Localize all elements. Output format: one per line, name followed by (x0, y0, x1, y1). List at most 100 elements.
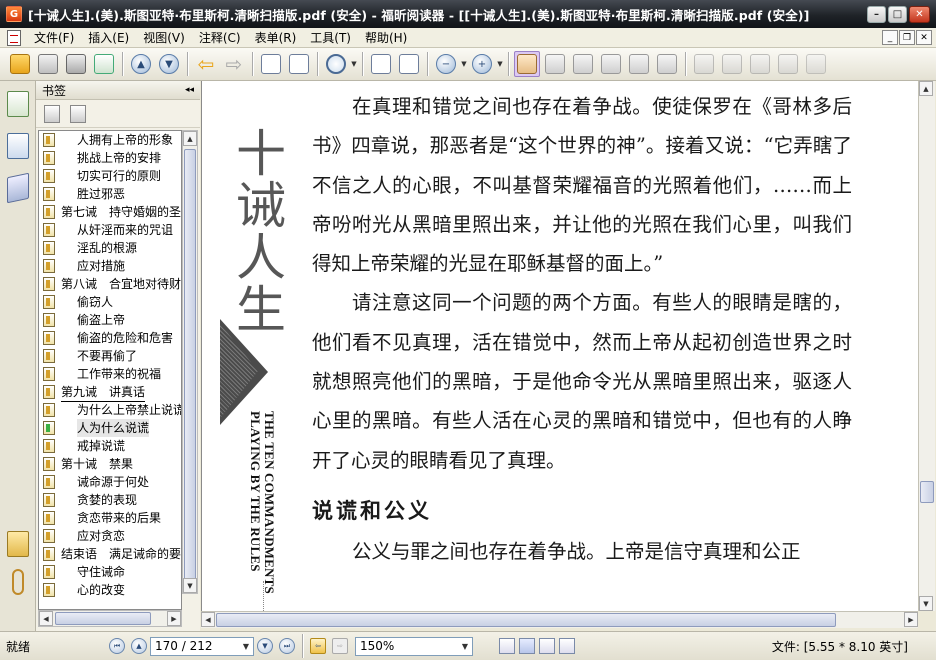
page-number-field[interactable]: 170 / 212 ▼ (150, 636, 254, 656)
bookmark-item[interactable]: 工作带来的祝福 (39, 365, 181, 383)
doc-close-button[interactable]: ✕ (916, 30, 932, 45)
bookmark-item[interactable]: 不要再偷了 (39, 347, 181, 365)
menu-comment[interactable]: 注释(C) (192, 28, 248, 48)
single-page-view-button[interactable] (499, 638, 515, 654)
arrow-tool-button[interactable] (803, 51, 829, 77)
attachments-paperclip-icon[interactable] (11, 569, 24, 595)
history-back-button[interactable]: ⇦ (310, 638, 326, 654)
comments-tab-icon[interactable] (6, 531, 29, 557)
menu-form[interactable]: 表单(R) (248, 28, 304, 48)
bookmarks-tab-icon[interactable] (6, 91, 29, 117)
maximize-button[interactable]: □ (888, 5, 907, 23)
bookmark-item[interactable]: 第十诫 禁果 (39, 455, 181, 473)
bookmark-item[interactable]: 心的改变 (39, 581, 181, 599)
menu-file[interactable]: 文件(F) (27, 28, 81, 48)
bookmark-item[interactable]: 人为什么说谎 (39, 419, 181, 437)
bookmark-item[interactable]: 贪婪的表现 (39, 491, 181, 509)
copy-page-button[interactable] (258, 51, 284, 77)
scroll-down-arrow[interactable]: ▼ (183, 578, 197, 593)
pages-tab-icon[interactable] (6, 133, 29, 159)
bookmark-item[interactable]: 偷窃人 (39, 293, 181, 311)
bookmark-item[interactable]: 切实可行的原则 (39, 167, 181, 185)
scroll-up-arrow[interactable]: ▲ (183, 131, 197, 146)
select-text-button[interactable] (626, 51, 652, 77)
continuous-view-button[interactable] (519, 638, 535, 654)
document-icon[interactable] (7, 29, 21, 46)
bookmark-item[interactable]: 第八诫 合宜地对待财 (39, 275, 181, 293)
bookmark-item[interactable]: 从奸淫而来的咒诅 (39, 221, 181, 239)
scroll-thumb[interactable] (184, 149, 196, 589)
minimize-button[interactable]: – (867, 5, 886, 23)
bookmark-item[interactable]: 应对贪恋 (39, 527, 181, 545)
scroll-up-arrow[interactable]: ▲ (919, 81, 933, 96)
next-page-button[interactable]: ▼ (156, 51, 182, 77)
bookmark-item[interactable]: 守住诫命 (39, 563, 181, 581)
bookmark-item[interactable]: 胜过邪恶 (39, 185, 181, 203)
rotate-page-button[interactable] (286, 51, 312, 77)
page-dropdown-arrow[interactable]: ▼ (243, 642, 249, 651)
doc-restore-button[interactable]: ❐ (899, 30, 915, 45)
document-horizontal-scrollbar[interactable]: ◀ ▶ (201, 611, 918, 628)
bookmark-item[interactable]: 第七诫 持守婚姻的圣 (39, 203, 181, 221)
scroll-left-arrow[interactable]: ◀ (201, 612, 215, 627)
snapshot-button[interactable] (654, 51, 680, 77)
bookmark-horizontal-scrollbar[interactable]: ◀ ▶ (38, 610, 182, 627)
bookmark-item[interactable]: 淫乱的根源 (39, 239, 181, 257)
forward-button[interactable]: ⇨ (221, 51, 247, 77)
collapse-panel-button[interactable]: ◂◂ (185, 85, 194, 95)
bookmark-item[interactable]: 人拥有上帝的形象 (39, 131, 181, 149)
save-button[interactable] (35, 51, 61, 77)
open-button[interactable] (7, 51, 33, 77)
zoom-dropdown-arrow[interactable]: ▼ (462, 642, 468, 651)
scroll-thumb[interactable] (55, 612, 151, 625)
select-tool-button[interactable] (570, 51, 596, 77)
first-page-button[interactable]: ⏮ (109, 638, 125, 654)
next-page-button[interactable]: ▼ (257, 638, 273, 654)
layers-tab-icon[interactable] (6, 172, 29, 204)
bookmark-item[interactable]: 贪恋带来的后果 (39, 509, 181, 527)
bookmark-item[interactable]: 第九诫 讲真话 (39, 383, 181, 402)
facing-view-button[interactable] (539, 638, 555, 654)
last-page-button[interactable]: ⏭ (279, 638, 295, 654)
zoom-out-button[interactable]: − (433, 51, 459, 77)
bookmark-item[interactable]: 戒掉说谎 (39, 437, 181, 455)
continuous-facing-view-button[interactable] (559, 638, 575, 654)
zoom-in-dropdown[interactable]: ▼ (496, 60, 504, 68)
scroll-thumb[interactable] (216, 613, 836, 627)
bookmark-item[interactable]: 应对措施 (39, 257, 181, 275)
find-button[interactable] (598, 51, 624, 77)
reading-mode-button[interactable] (542, 51, 568, 77)
pencil-tool-button[interactable] (719, 51, 745, 77)
zoom-dropdown-arrow[interactable]: ▼ (350, 60, 358, 68)
fit-page-button[interactable] (368, 51, 394, 77)
print-button[interactable] (63, 51, 89, 77)
zoom-out-dropdown[interactable]: ▼ (460, 60, 468, 68)
prev-page-button[interactable]: ▲ (131, 638, 147, 654)
zoom-tool-button[interactable] (323, 51, 349, 77)
document-view[interactable]: 十诫人生 THE TEN COMMANDMENTS PLAYING BY THE… (201, 81, 918, 611)
menu-help[interactable]: 帮助(H) (358, 28, 414, 48)
fit-width-button[interactable] (396, 51, 422, 77)
doc-minimize-button[interactable]: _ (882, 30, 898, 45)
bookmark-item[interactable]: 为什么上帝禁止说谎 (39, 401, 181, 419)
zoom-in-button[interactable]: + (469, 51, 495, 77)
scroll-down-arrow[interactable]: ▼ (919, 596, 933, 611)
menu-view[interactable]: 视图(V) (136, 28, 192, 48)
scroll-left-arrow[interactable]: ◀ (39, 611, 53, 626)
delete-bookmark-icon[interactable] (44, 104, 60, 123)
bookmark-properties-icon[interactable] (70, 104, 86, 123)
hand-tool-button[interactable] (514, 51, 540, 77)
zoom-field[interactable]: 150% ▼ (355, 636, 473, 656)
history-forward-button[interactable]: ⇨ (332, 638, 348, 654)
scroll-right-arrow[interactable]: ▶ (167, 611, 181, 626)
menu-insert[interactable]: 插入(E) (81, 28, 136, 48)
close-button[interactable]: ✕ (909, 5, 930, 23)
back-button[interactable]: ⇦ (193, 51, 219, 77)
bookmark-item[interactable]: 诫命源于何处 (39, 473, 181, 491)
bookmark-item[interactable]: 结束语 满足诫命的要 (39, 545, 181, 563)
note-tool-button[interactable] (691, 51, 717, 77)
bookmark-item[interactable]: 偷盗的危险和危害 (39, 329, 181, 347)
scroll-thumb[interactable] (920, 481, 934, 503)
bookmark-vertical-scrollbar[interactable]: ▲ ▼ (182, 130, 198, 594)
email-button[interactable] (91, 51, 117, 77)
